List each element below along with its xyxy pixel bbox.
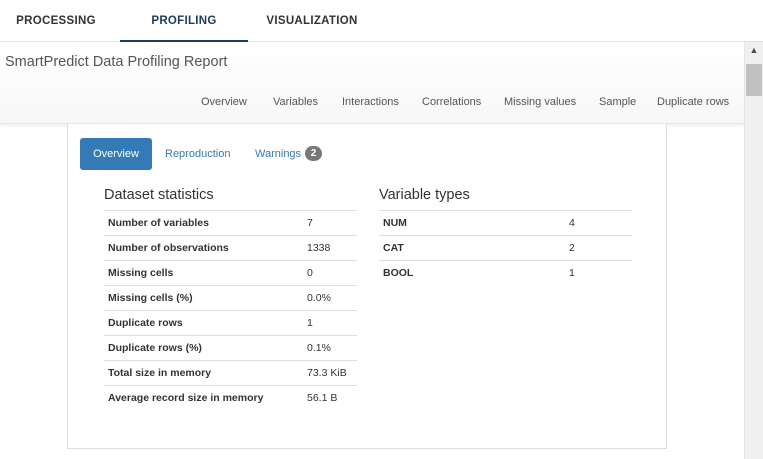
stat-value: 1338 xyxy=(303,235,357,261)
table-row: Total size in memory 73.3 KiB xyxy=(104,360,357,386)
scroll-thumb[interactable] xyxy=(746,64,762,96)
pill-overview[interactable]: Overview xyxy=(80,138,152,170)
stat-label: Average record size in memory xyxy=(104,385,303,411)
nav-duplicate-rows[interactable]: Duplicate rows xyxy=(657,96,729,108)
vertical-scrollbar[interactable]: ▲ xyxy=(744,42,763,459)
stat-label: Duplicate rows (%) xyxy=(104,335,303,361)
variable-types-table: NUM 4 CAT 2 BOOL 1 xyxy=(379,210,632,286)
table-row: Number of variables 7 xyxy=(104,210,357,236)
pill-reproduction[interactable]: Reproduction xyxy=(165,138,230,170)
nav-interactions[interactable]: Interactions xyxy=(342,96,399,108)
tab-processing[interactable]: PROCESSING xyxy=(0,0,112,42)
stat-label: Total size in memory xyxy=(104,360,303,386)
table-row: Duplicate rows 1 xyxy=(104,310,357,336)
scroll-up-arrow-icon[interactable]: ▲ xyxy=(745,42,763,59)
report-navbar: SmartPredict Data Profiling Report Overv… xyxy=(0,42,744,124)
type-count: 1 xyxy=(565,260,632,286)
table-row: BOOL 1 xyxy=(379,260,632,286)
table-row: Missing cells (%) 0.0% xyxy=(104,285,357,311)
pill-warnings[interactable]: Warnings 2 xyxy=(255,138,323,170)
stat-label: Missing cells (%) xyxy=(104,285,303,311)
stat-label: Number of variables xyxy=(104,210,303,236)
table-row: Average record size in memory 56.1 B xyxy=(104,385,357,411)
report-frame: SmartPredict Data Profiling Report Overv… xyxy=(0,42,744,459)
table-row: NUM 4 xyxy=(379,210,632,236)
table-row: CAT 2 xyxy=(379,235,632,261)
nav-correlations[interactable]: Correlations xyxy=(422,96,481,108)
tab-visualization[interactable]: VISUALIZATION xyxy=(250,0,374,42)
variable-types-heading: Variable types xyxy=(379,187,470,203)
warnings-count-badge: 2 xyxy=(305,145,323,161)
type-label: CAT xyxy=(379,235,565,261)
type-count: 2 xyxy=(565,235,632,261)
table-row: Missing cells 0 xyxy=(104,260,357,286)
table-row: Number of observations 1338 xyxy=(104,235,357,261)
stat-value: 0.1% xyxy=(303,335,357,361)
nav-missing-values[interactable]: Missing values xyxy=(504,96,576,108)
nav-overview[interactable]: Overview xyxy=(201,96,247,108)
pill-warnings-label: Warnings xyxy=(255,148,302,160)
stat-label: Duplicate rows xyxy=(104,310,303,336)
stat-value: 1 xyxy=(303,310,357,336)
stat-value: 7 xyxy=(303,210,357,236)
stat-value: 0.0% xyxy=(303,285,357,311)
type-label: BOOL xyxy=(379,260,565,286)
top-tab-bar: PROCESSING PROFILING VISUALIZATION xyxy=(0,0,763,42)
stat-label: Number of observations xyxy=(104,235,303,261)
stat-value: 56.1 B xyxy=(303,385,357,411)
type-label: NUM xyxy=(379,210,565,236)
app-root: PROCESSING PROFILING VISUALIZATION Smart… xyxy=(0,0,763,459)
table-row: Duplicate rows (%) 0.1% xyxy=(104,335,357,361)
overview-panel: Overview Reproduction Warnings 2 Dataset … xyxy=(67,124,667,449)
dataset-statistics-heading: Dataset statistics xyxy=(104,187,214,203)
stat-label: Missing cells xyxy=(104,260,303,286)
stat-value: 0 xyxy=(303,260,357,286)
nav-variables[interactable]: Variables xyxy=(273,96,318,108)
stat-value: 73.3 KiB xyxy=(303,360,357,386)
report-title[interactable]: SmartPredict Data Profiling Report xyxy=(5,54,227,70)
dataset-statistics-table: Number of variables 7 Number of observati… xyxy=(104,210,357,411)
type-count: 4 xyxy=(565,210,632,236)
tab-profiling[interactable]: PROFILING xyxy=(120,0,248,42)
nav-sample[interactable]: Sample xyxy=(599,96,636,108)
